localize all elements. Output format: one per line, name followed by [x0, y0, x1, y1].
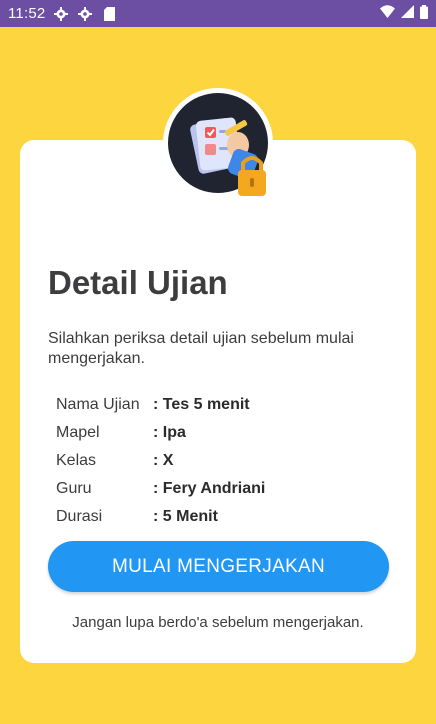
detail-value: : Ipa [153, 424, 186, 441]
exam-details-list: Nama Ujian : Tes 5 menit Mapel : Ipa Kel… [56, 391, 376, 531]
page-title: Detail Ujian [48, 264, 228, 301]
detail-row-exam-name: Nama Ujian : Tes 5 menit [56, 391, 376, 419]
wifi-icon [380, 5, 395, 22]
battery-icon [420, 4, 428, 23]
exam-lock-icon [163, 88, 273, 198]
start-exam-button[interactable]: MULAI MENGERJAKAN [48, 541, 389, 592]
detail-label: Guru [56, 480, 92, 497]
gear-icon [77, 6, 93, 22]
detail-row-subject: Mapel : Ipa [56, 419, 376, 447]
detail-value: : Fery Andriani [153, 480, 266, 497]
status-bar: 11:52 [0, 0, 436, 27]
detail-row-teacher: Guru : Fery Andriani [56, 475, 376, 503]
page-description: Silahkan periksa detail ujian sebelum mu… [48, 330, 354, 367]
detail-value: : Tes 5 menit [153, 396, 250, 413]
gear-icon [53, 6, 69, 22]
detail-value: : X [153, 452, 174, 469]
footer-note: Jangan lupa berdo'a sebelum mengerjakan. [72, 614, 364, 631]
sd-card-icon [101, 6, 117, 22]
detail-row-class: Kelas : X [56, 447, 376, 475]
detail-label: Nama Ujian [56, 396, 140, 413]
signal-icon [401, 5, 414, 22]
detail-label: Kelas [56, 452, 97, 469]
status-time: 11:52 [8, 5, 46, 22]
detail-value: : 5 Menit [153, 508, 218, 525]
detail-label: Durasi [56, 508, 103, 525]
detail-label: Mapel [56, 424, 100, 441]
detail-row-duration: Durasi : 5 Menit [56, 503, 376, 531]
